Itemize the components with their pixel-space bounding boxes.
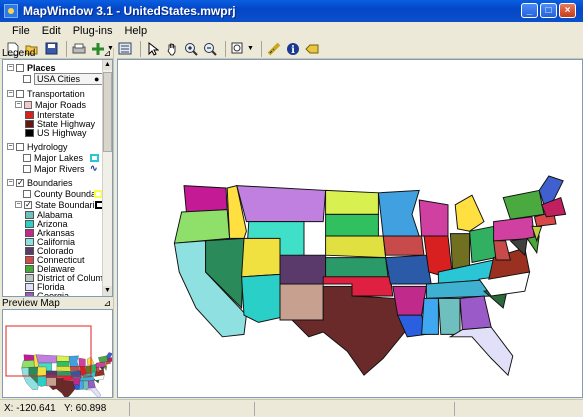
layer-label: Major Rivers <box>34 163 85 174</box>
color-swatch <box>25 291 34 296</box>
visibility-checkbox[interactable] <box>16 63 24 72</box>
collapse-icon[interactable]: − <box>15 201 22 208</box>
scroll-down-icon[interactable]: ▼ <box>103 286 112 296</box>
menu-edit[interactable]: Edit <box>36 25 67 37</box>
legend-layer-county-boundaries[interactable]: County Boundar <box>23 188 106 199</box>
visibility-checkbox[interactable] <box>16 142 24 151</box>
pan-icon[interactable] <box>164 41 180 57</box>
zoom-out-icon[interactable] <box>202 41 218 57</box>
legend-layer-major-rivers[interactable]: Major Rivers ∿ <box>23 163 98 174</box>
category-label: US Highway <box>37 127 87 138</box>
zoom-in-icon[interactable] <box>183 41 199 57</box>
status-y: Y: 60.898 <box>60 401 130 416</box>
close-button[interactable]: × <box>559 3 576 18</box>
toolbar-separator <box>224 40 226 57</box>
status-panel <box>255 401 455 416</box>
legend-panel: − Places USA Cities ● − Transportation −… <box>2 59 113 297</box>
menu-bar: File Edit Plug-ins Help <box>0 22 583 39</box>
legend-scrollbar[interactable]: ▲ ▼ <box>102 60 112 296</box>
collapse-icon[interactable]: − <box>7 179 14 186</box>
pin-icon[interactable]: ⊿ <box>103 48 111 59</box>
properties-icon[interactable] <box>117 41 133 57</box>
visibility-checkbox[interactable]: ✓ <box>16 178 24 187</box>
maximize-button[interactable]: □ <box>540 3 557 18</box>
legend-group-hydrology[interactable]: − Hydrology <box>7 141 68 152</box>
legend-group-places[interactable]: − Places <box>7 62 56 73</box>
minimize-button[interactable]: _ <box>521 3 538 18</box>
menu-plugins[interactable]: Plug-ins <box>67 25 119 37</box>
status-x: X: -120.641 <box>4 403 56 414</box>
layer-label: State Boundarie <box>35 199 95 210</box>
visibility-checkbox[interactable] <box>23 189 31 198</box>
color-swatch <box>25 128 34 137</box>
visibility-checkbox[interactable] <box>24 100 32 109</box>
collapse-icon[interactable]: − <box>15 101 22 108</box>
legend-layer-major-lakes[interactable]: Major Lakes <box>23 152 102 163</box>
menu-help[interactable]: Help <box>118 25 153 37</box>
group-label: Places <box>27 62 56 73</box>
group-label: Hydrology <box>27 141 68 152</box>
collapse-icon[interactable]: − <box>7 64 14 71</box>
toolbar-separator <box>139 40 141 57</box>
us-states-layer <box>173 175 567 376</box>
status-bar: X: -120.641 Y: 60.898 <box>0 399 583 417</box>
river-symbol-icon: ∿ <box>90 163 98 173</box>
pin-icon[interactable]: ⊿ <box>103 298 111 308</box>
measure-icon[interactable] <box>266 41 282 57</box>
layer-label: Major Roads <box>35 99 87 110</box>
legend-category: US Highway <box>25 127 87 138</box>
select-icon[interactable] <box>145 41 161 57</box>
status-panel <box>130 401 255 416</box>
legend-layer-usa-cities[interactable]: USA Cities ● <box>23 72 104 85</box>
visibility-checkbox[interactable]: ✓ <box>24 200 32 209</box>
point-symbol-icon: ● <box>94 73 100 84</box>
layer-label: County Boundar <box>34 188 94 199</box>
zoom-extent-icon[interactable] <box>230 41 246 57</box>
category-label: Georgia <box>37 290 70 297</box>
visibility-checkbox[interactable] <box>16 89 24 98</box>
layer-label: Major Lakes <box>34 152 84 163</box>
legend-group-transportation[interactable]: − Transportation <box>7 88 85 99</box>
svg-text:i: i <box>291 45 295 56</box>
preview-map[interactable] <box>2 309 113 399</box>
visibility-checkbox[interactable] <box>23 153 31 162</box>
map-canvas[interactable] <box>117 59 583 398</box>
legend-header: Legend ⊿ <box>0 48 113 59</box>
legend-title: Legend <box>2 48 36 59</box>
scroll-up-icon[interactable]: ▲ <box>103 60 112 70</box>
group-label: Transportation <box>27 88 85 99</box>
group-label: Boundaries <box>27 177 73 188</box>
legend-group-boundaries[interactable]: − ✓ Boundaries <box>7 177 73 188</box>
visibility-checkbox[interactable] <box>23 164 31 173</box>
preview-header: Preview Map ⊿ <box>0 298 113 309</box>
toolbar-separator <box>260 40 262 57</box>
collapse-icon[interactable]: − <box>7 90 14 97</box>
zoom-dropdown-icon[interactable]: ▼ <box>247 45 254 52</box>
menu-file[interactable]: File <box>6 25 36 37</box>
collapse-icon[interactable]: − <box>7 143 14 150</box>
lake-symbol-icon <box>90 153 99 162</box>
window-title: MapWindow 3.1 - UnitedStates.mwprj <box>23 4 236 18</box>
scroll-thumb[interactable] <box>103 72 112 152</box>
preview-title: Preview Map <box>2 298 60 309</box>
label-icon[interactable] <box>304 41 320 57</box>
visibility-checkbox[interactable] <box>23 74 31 83</box>
title-bar: MapWindow 3.1 - UnitedStates.mwprj _ □ × <box>0 0 583 22</box>
app-icon <box>4 4 18 18</box>
legend-category: Georgia <box>25 290 70 297</box>
identify-icon[interactable]: i <box>285 41 301 57</box>
